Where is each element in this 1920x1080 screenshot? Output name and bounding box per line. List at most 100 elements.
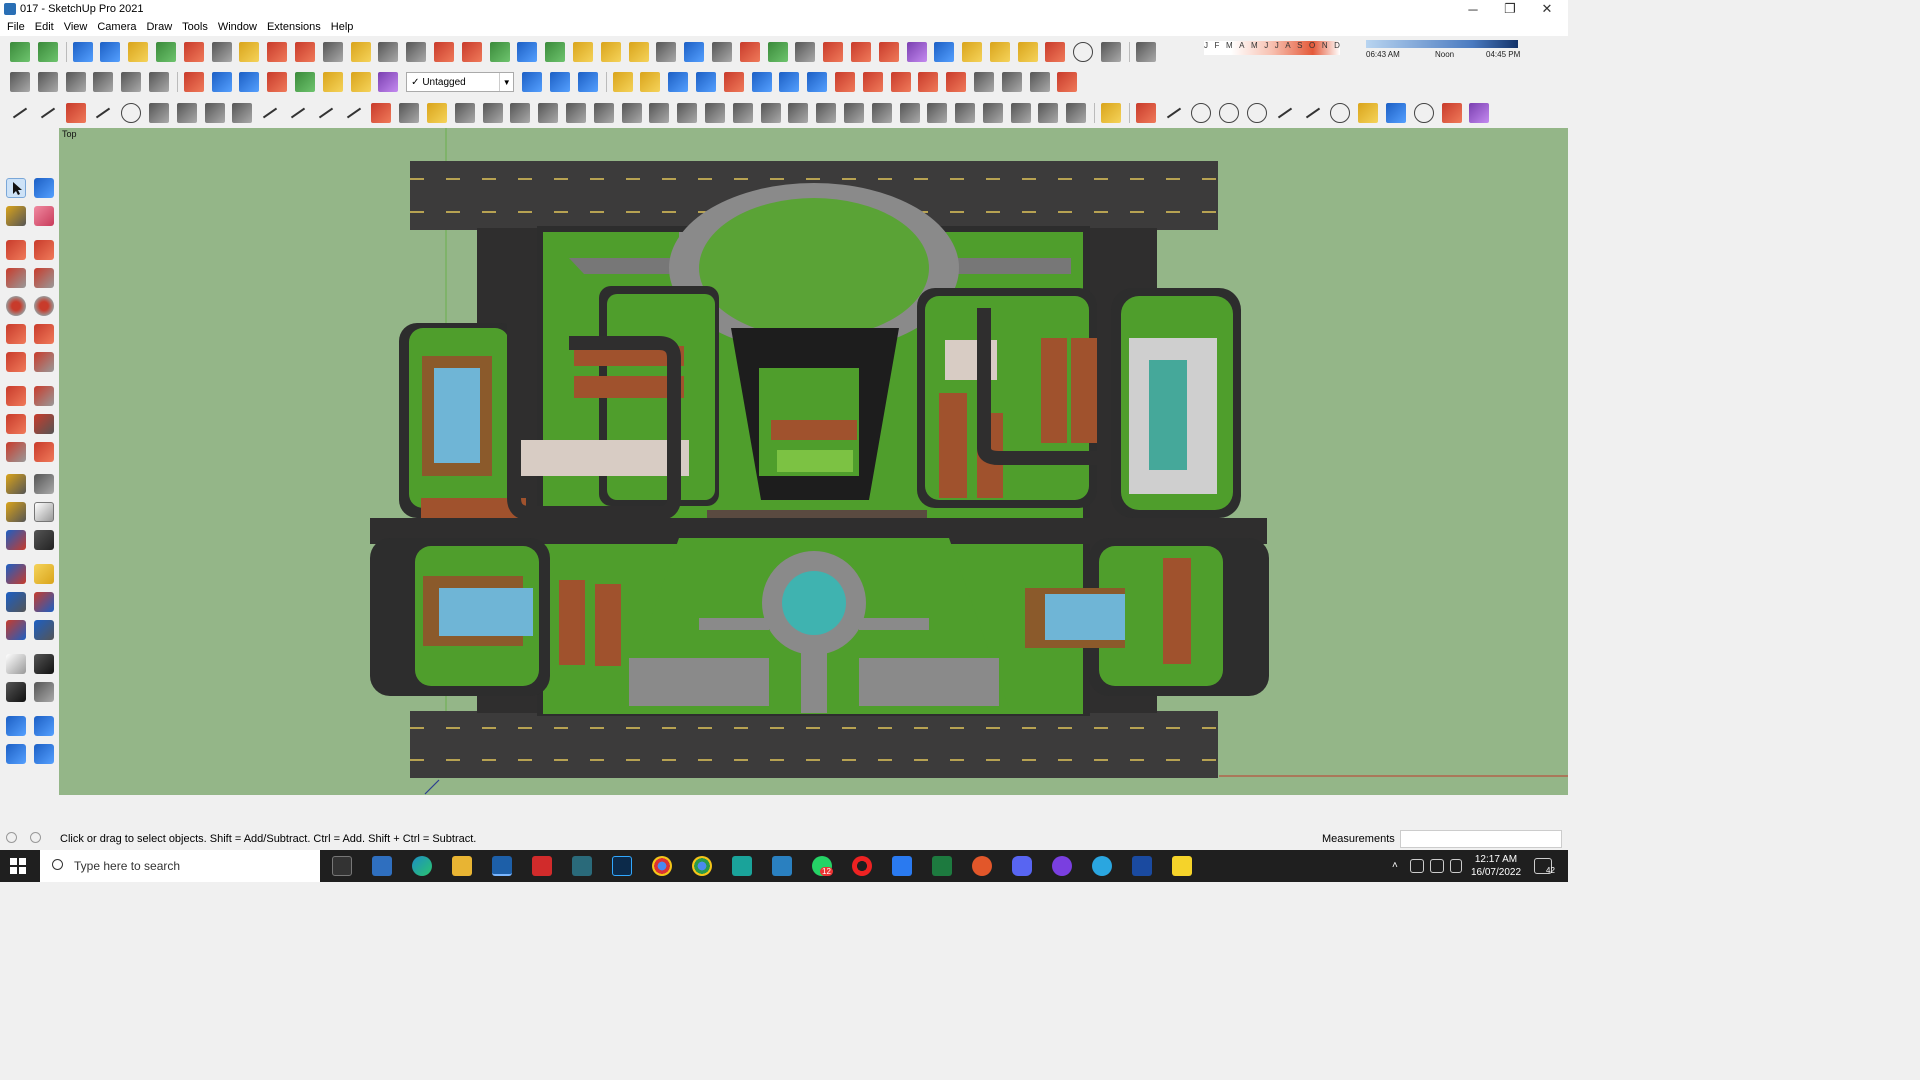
- warehouse-tool-icon[interactable]: [6, 716, 26, 736]
- task-view-icon[interactable]: [332, 856, 352, 876]
- joint-push-pull-icon[interactable]: [739, 42, 760, 62]
- tray-volume-icon[interactable]: [1450, 859, 1462, 873]
- measure-ext-icon[interactable]: [1135, 103, 1156, 123]
- select-arrow-icon[interactable]: [6, 178, 26, 198]
- drape-icon[interactable]: [183, 42, 204, 62]
- flip-edge-icon[interactable]: [239, 42, 260, 62]
- rotate-icon[interactable]: [779, 72, 800, 92]
- add-detail-icon[interactable]: [211, 42, 232, 62]
- measurements-input[interactable]: [1400, 830, 1562, 848]
- solid-trim-icon[interactable]: [461, 42, 482, 62]
- axes-tool-icon[interactable]: [6, 530, 26, 550]
- pie-icon[interactable]: [34, 352, 54, 372]
- iso-view-icon[interactable]: [10, 72, 30, 92]
- selection-toys-icon[interactable]: [795, 42, 816, 62]
- calculator-icon[interactable]: [372, 856, 392, 876]
- menu-tools[interactable]: Tools: [177, 21, 213, 33]
- menu-view[interactable]: View: [59, 21, 93, 33]
- ellipse-icon[interactable]: [148, 103, 169, 123]
- quad-divide-icon[interactable]: [989, 42, 1010, 62]
- segment-icon[interactable]: [288, 103, 308, 123]
- arc-tool-icon[interactable]: [1303, 103, 1323, 123]
- truss-icon[interactable]: [704, 103, 725, 123]
- redo-icon[interactable]: [834, 72, 855, 92]
- sandbox-scratch-icon[interactable]: [100, 42, 121, 62]
- solid-subtract-icon[interactable]: [433, 42, 454, 62]
- panel-icon[interactable]: [816, 103, 837, 123]
- stamp-icon[interactable]: [155, 42, 176, 62]
- look-around-icon[interactable]: [34, 654, 54, 674]
- dimension-icon[interactable]: [668, 72, 689, 92]
- move-tool-ext-icon[interactable]: [517, 42, 538, 62]
- extension-manager-icon[interactable]: [6, 744, 26, 764]
- axis-tool-icon[interactable]: [1441, 103, 1462, 123]
- menu-window[interactable]: Window: [213, 21, 262, 33]
- beam-icon[interactable]: [649, 103, 670, 123]
- menu-extensions[interactable]: Extensions: [262, 21, 326, 33]
- file-explorer-icon[interactable]: [452, 856, 472, 876]
- join-icon[interactable]: [426, 103, 447, 123]
- trim-icon[interactable]: [344, 103, 364, 123]
- taskbar-clock[interactable]: 12:17 AM 16/07/2022: [1464, 853, 1528, 879]
- column-icon[interactable]: [677, 103, 698, 123]
- tos-polygon-icon[interactable]: [378, 72, 399, 92]
- torus-icon[interactable]: [1330, 103, 1351, 123]
- curve-ext-icon[interactable]: [600, 42, 621, 62]
- make-component-icon[interactable]: [34, 178, 54, 198]
- draw-path-icon[interactable]: [65, 103, 86, 123]
- stone-icon[interactable]: [1010, 103, 1031, 123]
- erase-icon[interactable]: [862, 72, 883, 92]
- tube-icon[interactable]: [1386, 103, 1407, 123]
- grille-icon[interactable]: [843, 103, 864, 123]
- three-point-arc-icon[interactable]: [6, 352, 26, 372]
- chevron-down-icon[interactable]: ▼: [499, 73, 513, 91]
- sandbox-icon[interactable]: [72, 42, 93, 62]
- vpn-icon[interactable]: [1132, 856, 1152, 876]
- solid-intersect-icon[interactable]: [378, 42, 399, 62]
- tos-offset-icon[interactable]: [239, 72, 260, 92]
- scale-tool-icon[interactable]: [6, 442, 26, 462]
- shadow-date-slider[interactable]: J F M A M J J A S O N D: [1204, 41, 1340, 55]
- axes-icon[interactable]: [612, 72, 633, 92]
- info-icon[interactable]: [30, 832, 41, 843]
- quad-quads-icon[interactable]: [1017, 42, 1038, 62]
- follow-me-icon[interactable]: [34, 414, 54, 434]
- grid-display-icon[interactable]: [934, 42, 955, 62]
- cone-icon[interactable]: [1358, 103, 1379, 123]
- circle-tool-ext-icon[interactable]: [1073, 42, 1094, 62]
- two-point-arc-icon[interactable]: [34, 324, 54, 344]
- material-icon[interactable]: [890, 72, 911, 92]
- pan-icon[interactable]: [34, 564, 54, 584]
- opera-icon[interactable]: [852, 856, 872, 876]
- shadow-toggle-icon[interactable]: [1135, 42, 1156, 62]
- extend-icon[interactable]: [316, 103, 336, 123]
- shingle-icon[interactable]: [899, 103, 920, 123]
- chamfer-icon[interactable]: [399, 103, 420, 123]
- brick-icon[interactable]: [982, 103, 1003, 123]
- g-app-icon[interactable]: [972, 856, 992, 876]
- explode-icon[interactable]: [1045, 42, 1066, 62]
- app-icon[interactable]: [572, 856, 592, 876]
- polyline-icon[interactable]: [38, 103, 58, 123]
- skimp-icon[interactable]: [850, 42, 871, 62]
- offset-curve-icon[interactable]: [176, 103, 197, 123]
- terrain-icon[interactable]: [1001, 72, 1022, 92]
- note-icon[interactable]: [1101, 103, 1122, 123]
- sketchup-layout-icon[interactable]: [732, 856, 752, 876]
- walk-icon[interactable]: [6, 682, 26, 702]
- frame-icon[interactable]: [732, 103, 753, 123]
- right-view-icon[interactable]: [93, 72, 114, 92]
- tray-chevron-up-icon[interactable]: ˄: [1392, 860, 1398, 871]
- align-icon[interactable]: [695, 72, 716, 92]
- rotate-tool-icon[interactable]: [6, 414, 26, 434]
- windows-start-icon[interactable]: [10, 858, 26, 874]
- share-model-icon[interactable]: [34, 716, 54, 736]
- distribute-icon[interactable]: [723, 72, 744, 92]
- scale-ext-icon[interactable]: [545, 42, 566, 62]
- back-view-icon[interactable]: [121, 72, 142, 92]
- tools-on-surface-icon[interactable]: [211, 72, 232, 92]
- eraser-ext-icon[interactable]: [1469, 103, 1490, 123]
- discord-icon[interactable]: [1012, 856, 1032, 876]
- menu-camera[interactable]: Camera: [92, 21, 141, 33]
- push-pull-ext-icon[interactable]: [183, 72, 204, 92]
